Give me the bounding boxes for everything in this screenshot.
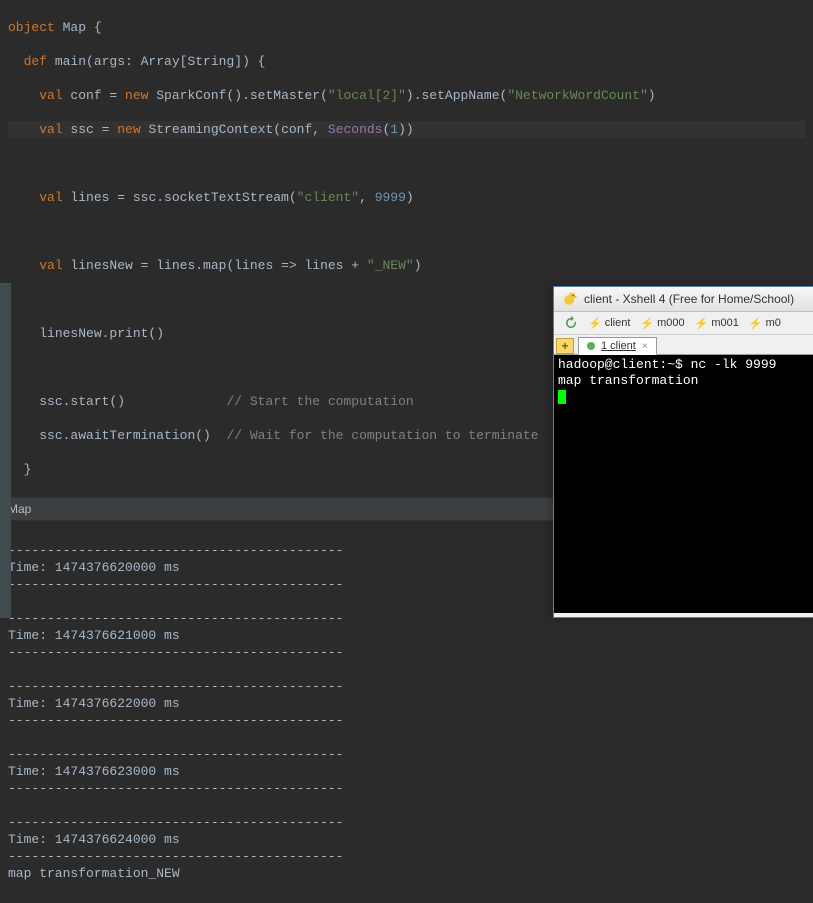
xshell-window: client - Xshell 4 (Free for Home/School)… — [553, 286, 813, 618]
console-sep: ----------------------------------------… — [8, 543, 343, 558]
add-tab-button[interactable]: + — [556, 338, 574, 354]
terminal-cmd: nc -lk 9999 — [691, 357, 777, 372]
tab-label: 1 client — [601, 340, 636, 352]
keyword-def: def — [24, 54, 47, 69]
window-title: client - Xshell 4 (Free for Home/School) — [584, 292, 794, 306]
toolbar-m0x-button[interactable]: ⚡m0 — [745, 315, 785, 332]
console-result: map transformation_NEW — [8, 866, 180, 881]
tabbar: + 1 client × — [554, 335, 813, 355]
toolbar-client-button[interactable]: ⚡client — [584, 315, 634, 332]
toolbar-m000-button[interactable]: ⚡m000 — [636, 315, 688, 332]
lightning-icon: ⚡ — [588, 317, 602, 330]
console-time-4: Time: 1474376623000 ms — [8, 764, 180, 779]
terminal-prompt: hadoop@client:~$ — [558, 357, 691, 372]
console-time-1: Time: 1474376620000 ms — [8, 560, 180, 575]
toolbar: ⚡client ⚡m000 ⚡m001 ⚡m0 — [554, 312, 813, 335]
titlebar[interactable]: client - Xshell 4 (Free for Home/School) — [554, 287, 813, 312]
console-time-2: Time: 1474376621000 ms — [8, 628, 180, 643]
terminal-cursor — [558, 390, 566, 404]
console-time-5: Time: 1474376624000 ms — [8, 832, 180, 847]
console-time-3: Time: 1474376622000 ms — [8, 696, 180, 711]
lightning-icon: ⚡ — [640, 317, 654, 330]
terminal-line: map transformation — [558, 373, 698, 388]
breadcrumb-item[interactable]: Map — [8, 502, 31, 516]
tab-close-button[interactable]: × — [642, 341, 648, 352]
toolbar-m001-button[interactable]: ⚡m001 — [691, 315, 743, 332]
tab-client[interactable]: 1 client × — [578, 337, 657, 355]
lightning-icon: ⚡ — [749, 317, 763, 330]
status-dot-icon — [587, 342, 595, 350]
keyword-object: object — [8, 20, 55, 35]
lightning-icon: ⚡ — [695, 317, 709, 330]
toolbar-refresh-button[interactable] — [560, 314, 582, 332]
console-gutter — [0, 283, 11, 618]
app-icon — [562, 291, 578, 307]
terminal-body[interactable]: hadoop@client:~$ nc -lk 9999 map transfo… — [554, 355, 813, 613]
